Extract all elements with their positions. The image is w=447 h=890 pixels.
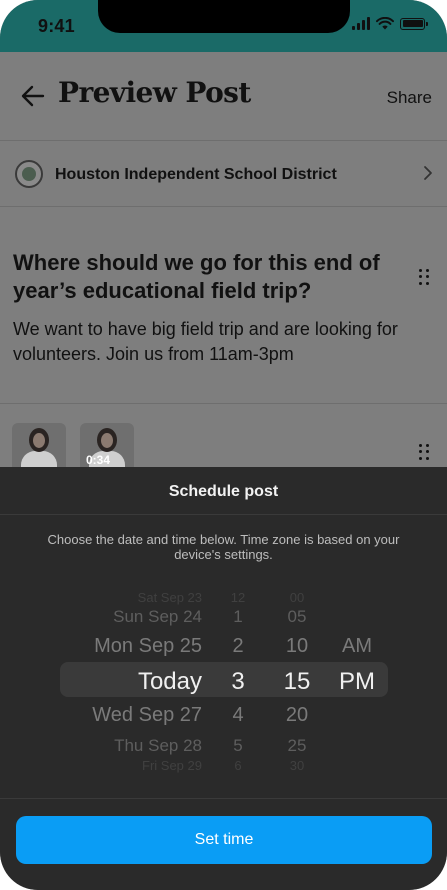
sheet-title: Schedule post	[168, 483, 279, 500]
post-content: Where should we go for this end of year’…	[0, 207, 447, 404]
picker-option-selected[interactable]: Today	[138, 668, 202, 696]
thumbnail-person-face	[33, 433, 45, 448]
date-wheel[interactable]: Sat Sep 23 Sun Sep 24 Mon Sep 25 Today W…	[0, 580, 207, 780]
picker-option[interactable]: AM	[334, 635, 380, 658]
picker-option[interactable]: 6	[216, 758, 260, 773]
chevron-right-icon	[424, 166, 432, 180]
post-title: Where should we go for this end of year’…	[13, 250, 380, 303]
picker-option[interactable]: 10	[272, 635, 322, 658]
status-time: 9:41	[38, 16, 75, 36]
picker-option[interactable]: 20	[272, 704, 322, 727]
picker-option-selected[interactable]: 15	[272, 668, 322, 696]
picker-option[interactable]: 1	[216, 607, 260, 627]
video-duration: 0:34	[86, 453, 111, 467]
drag-handle-icon[interactable]	[419, 444, 429, 460]
minute-wheel[interactable]: 00 05 10 15 20 25 30	[272, 580, 322, 780]
cellular-signal-icon	[352, 17, 370, 30]
battery-icon	[400, 17, 428, 30]
picker-option[interactable]: Wed Sep 27	[92, 704, 202, 727]
picker-option[interactable]: Sat Sep 23	[138, 590, 202, 605]
picker-option[interactable]: Sun Sep 24	[113, 607, 202, 627]
set-time-button[interactable]: Set time	[16, 816, 432, 864]
thumbnail-person-body	[21, 451, 57, 467]
media-video-thumbnail[interactable]: 0:34	[80, 423, 134, 467]
battery-level	[402, 20, 423, 27]
status-icons	[352, 17, 428, 30]
picker-option[interactable]: 00	[272, 590, 322, 605]
status-bar: 9:41	[0, 0, 447, 52]
notch	[98, 0, 350, 33]
picker-option[interactable]: 4	[216, 704, 260, 727]
picker-option[interactable]: Thu Sep 28	[114, 736, 202, 756]
phone-screen: 9:41 Preview Post Share Houston Independ…	[0, 0, 447, 890]
organization-logo	[15, 160, 43, 188]
divider	[0, 798, 447, 799]
wifi-icon	[376, 17, 394, 30]
sheet-description: Choose the date and time below. Time zon…	[47, 532, 400, 562]
picker-option[interactable]: 12	[216, 590, 260, 605]
header: Preview Post Share	[0, 52, 447, 140]
drag-handle-icon[interactable]	[419, 269, 429, 285]
picker-option[interactable]: 25	[272, 736, 322, 756]
hour-wheel[interactable]: 12 1 2 3 4 5 6	[216, 580, 260, 780]
picker-option[interactable]: 5	[216, 736, 260, 756]
media-row: 0:34	[0, 404, 447, 467]
divider	[0, 514, 447, 515]
post-body: We want to have big field trip and are l…	[13, 319, 398, 364]
back-arrow-icon[interactable]	[20, 83, 46, 109]
share-button[interactable]: Share	[387, 88, 432, 108]
picker-option[interactable]: 05	[272, 607, 322, 627]
thumbnail-person-face	[101, 433, 113, 448]
picker-option[interactable]: 2	[216, 635, 260, 658]
preview-post-page: Preview Post Share Houston Independent S…	[0, 52, 447, 467]
picker-option[interactable]: 30	[272, 758, 322, 773]
picker-option[interactable]: Fri Sep 29	[142, 758, 202, 773]
organization-row[interactable]: Houston Independent School District	[0, 140, 447, 207]
picker-option-selected[interactable]: 3	[216, 668, 260, 696]
page-title: Preview Post	[58, 76, 251, 109]
media-thumbnail[interactable]	[12, 423, 66, 467]
datetime-picker[interactable]: Sat Sep 23 Sun Sep 24 Mon Sep 25 Today W…	[0, 580, 447, 780]
organization-name: Houston Independent School District	[55, 166, 337, 183]
am-pm-wheel[interactable]: AM PM	[334, 580, 380, 780]
picker-option-selected[interactable]: PM	[334, 668, 380, 696]
schedule-post-sheet: Schedule post Choose the date and time b…	[0, 467, 447, 890]
picker-option[interactable]: Mon Sep 25	[94, 635, 202, 658]
